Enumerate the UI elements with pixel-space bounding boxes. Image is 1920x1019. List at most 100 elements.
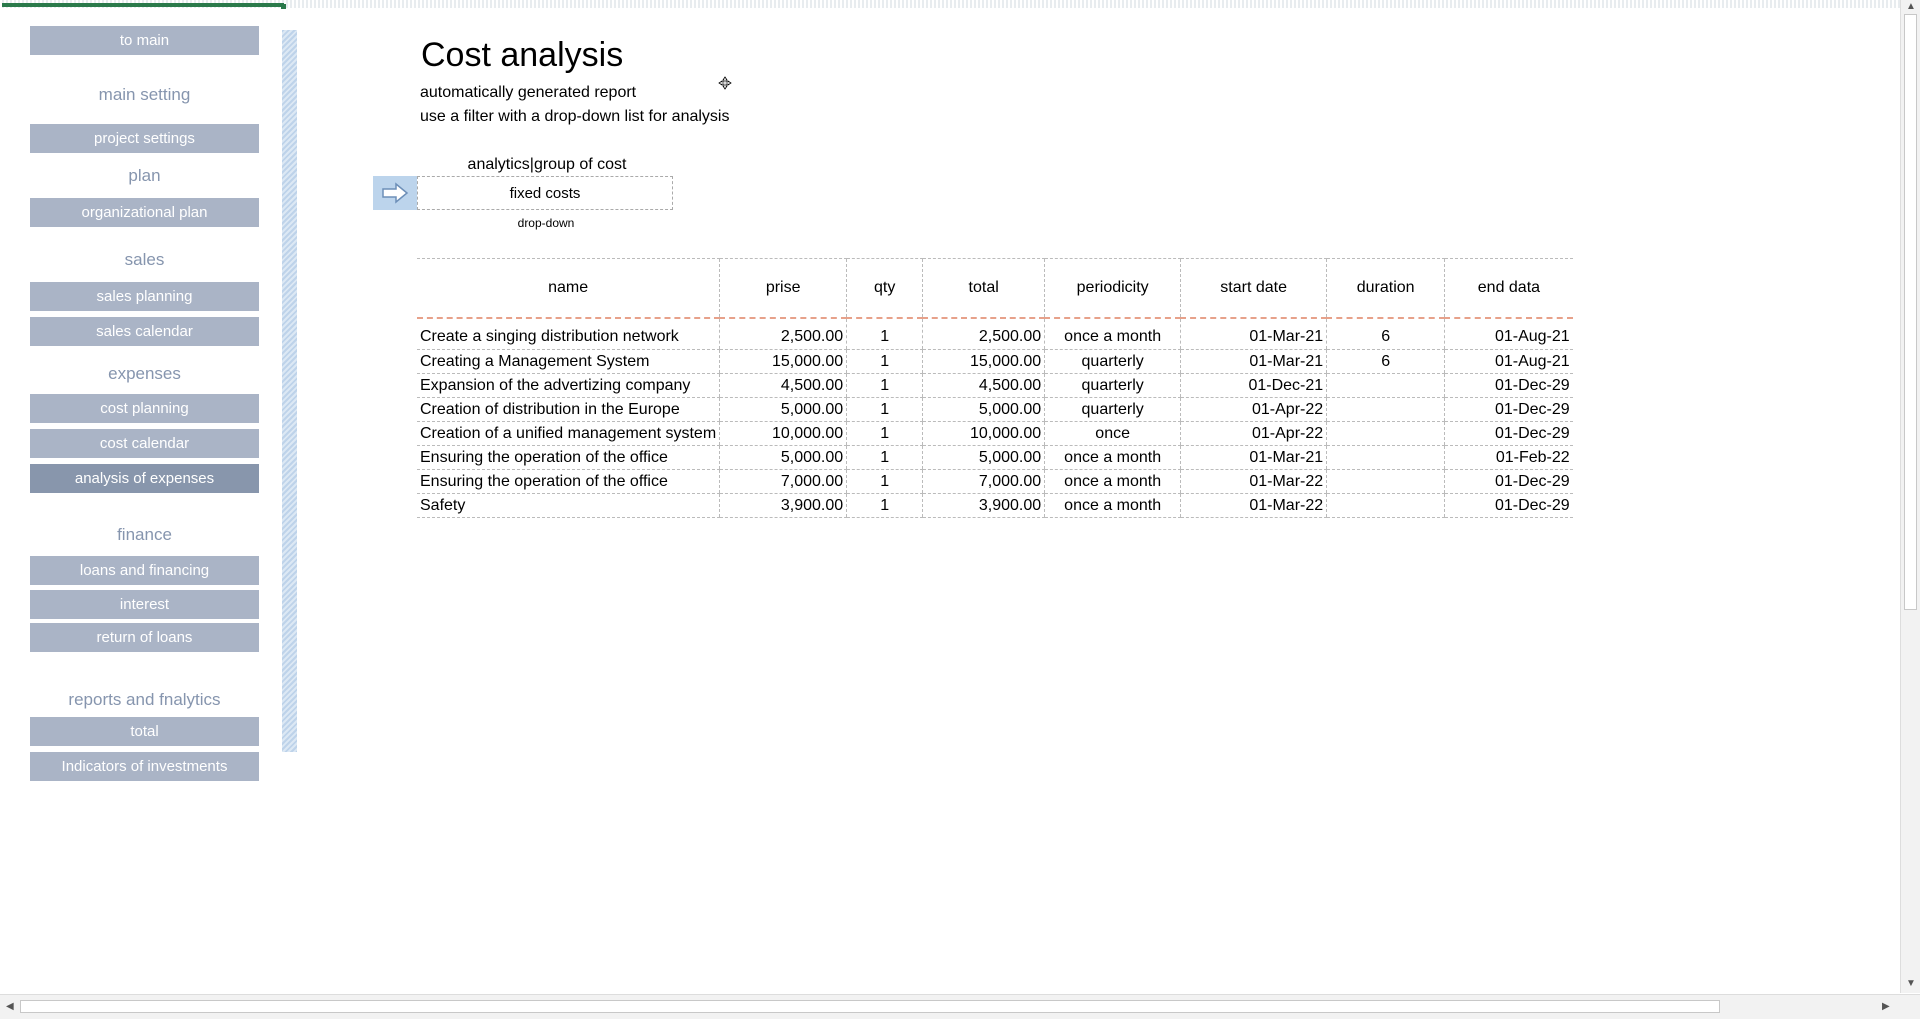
periodicity-cell[interactable]: quarterly [1044, 349, 1181, 374]
name-cell[interactable]: Ensuring the operation of the office [417, 469, 720, 494]
column-header: periodicity [1044, 258, 1181, 318]
start-date-cell[interactable]: 01-Mar-21 [1180, 445, 1327, 470]
start-date-cell[interactable]: 01-Mar-22 [1180, 493, 1327, 518]
sales-planning-button[interactable]: sales planning [30, 282, 259, 311]
table-row: Ensuring the operation of the office 7,00… [417, 469, 1573, 494]
name-cell[interactable]: Creating a Management System [417, 349, 720, 374]
selected-cell[interactable] [2, 3, 286, 9]
duration-cell[interactable] [1326, 469, 1445, 494]
vertical-scroll-thumb[interactable] [1904, 14, 1917, 610]
price-cell[interactable]: 5,000.00 [719, 445, 847, 470]
cost-table: name prise qty total periodicity start date du… [417, 258, 1573, 518]
total-cell[interactable]: 15,000.00 [922, 349, 1045, 374]
start-date-cell[interactable]: 01-Apr-22 [1180, 397, 1327, 422]
name-cell[interactable]: Safety [417, 493, 720, 518]
interest-button[interactable]: interest [30, 590, 259, 619]
price-cell[interactable]: 4,500.00 [719, 373, 847, 398]
periodicity-cell[interactable]: once a month [1044, 493, 1181, 518]
start-date-cell[interactable]: 01-Dec-21 [1180, 373, 1327, 398]
start-date-cell[interactable]: 01-Apr-22 [1180, 421, 1327, 446]
page-title: Cost analysis [421, 36, 624, 74]
horizontal-scrollbar[interactable]: ◀ ▶ [0, 994, 1920, 1019]
cost-group-dropdown[interactable]: fixed costs [417, 176, 673, 210]
qty-cell[interactable]: 1 [846, 469, 923, 494]
project-settings-button[interactable]: project settings [30, 124, 259, 153]
start-date-cell[interactable]: 01-Mar-22 [1180, 469, 1327, 494]
cost-calendar-button[interactable]: cost calendar [30, 429, 259, 458]
name-cell[interactable]: Creation of distribution in the Europe [417, 397, 720, 422]
qty-cell[interactable]: 1 [846, 349, 923, 374]
indicators-of-investments-button[interactable]: Indicators of investments [30, 752, 259, 781]
total-cell[interactable]: 4,500.00 [922, 373, 1045, 398]
name-cell[interactable]: Ensuring the operation of the office [417, 445, 720, 470]
duration-cell[interactable]: 6 [1326, 318, 1445, 350]
duration-cell[interactable]: 6 [1326, 349, 1445, 374]
price-cell[interactable]: 15,000.00 [719, 349, 847, 374]
sales-calendar-button[interactable]: sales calendar [30, 317, 259, 346]
end-date-cell[interactable]: 01-Aug-21 [1444, 349, 1573, 374]
end-date-cell[interactable]: 01-Feb-22 [1444, 445, 1573, 470]
analysis-of-expenses-button[interactable]: analysis of expenses [30, 464, 259, 493]
duration-cell[interactable] [1326, 397, 1445, 422]
name-cell[interactable]: Create a singing distribution network [417, 318, 720, 350]
price-cell[interactable]: 10,000.00 [719, 421, 847, 446]
start-date-cell[interactable]: 01-Mar-21 [1180, 318, 1327, 350]
column-header: prise [719, 258, 847, 318]
total-cell[interactable]: 7,000.00 [922, 469, 1045, 494]
qty-cell[interactable]: 1 [846, 445, 923, 470]
return-of-loans-button[interactable]: return of loans [30, 623, 259, 652]
scroll-up-icon[interactable]: ▲ [1906, 1, 1916, 12]
periodicity-cell[interactable]: once a month [1044, 469, 1181, 494]
table-row: Ensuring the operation of the office 5,00… [417, 445, 1573, 470]
column-header: end data [1444, 258, 1573, 318]
periodicity-cell[interactable]: once a month [1044, 318, 1181, 350]
end-date-cell[interactable]: 01-Dec-29 [1444, 373, 1573, 398]
duration-cell[interactable] [1326, 373, 1445, 398]
total-cell[interactable]: 10,000.00 [922, 421, 1045, 446]
qty-cell[interactable]: 1 [846, 421, 923, 446]
heading-plan: plan [128, 166, 161, 185]
total-cell[interactable]: 3,900.00 [922, 493, 1045, 518]
periodicity-cell[interactable]: quarterly [1044, 373, 1181, 398]
horizontal-scroll-thumb[interactable] [20, 1000, 1720, 1013]
end-date-cell[interactable]: 01-Dec-29 [1444, 397, 1573, 422]
name-cell[interactable]: Creation of a unified management system [417, 421, 720, 446]
periodicity-cell[interactable]: quarterly [1044, 397, 1181, 422]
qty-cell[interactable]: 1 [846, 318, 923, 350]
qty-cell[interactable]: 1 [846, 373, 923, 398]
periodicity-cell[interactable]: once [1044, 421, 1181, 446]
scroll-right-icon[interactable]: ▶ [1882, 1001, 1890, 1012]
total-cell[interactable]: 5,000.00 [922, 397, 1045, 422]
end-date-cell[interactable]: 01-Dec-29 [1444, 493, 1573, 518]
cost-planning-button[interactable]: cost planning [30, 394, 259, 423]
scroll-left-icon[interactable]: ◀ [6, 1001, 14, 1012]
price-cell[interactable]: 2,500.00 [719, 318, 847, 350]
price-cell[interactable]: 3,900.00 [719, 493, 847, 518]
vertical-scrollbar[interactable]: ▲ ▼ [1900, 0, 1920, 993]
column-header: qty [846, 258, 923, 318]
name-cell[interactable]: Expansion of the advertizing company [417, 373, 720, 398]
start-date-cell[interactable]: 01-Mar-21 [1180, 349, 1327, 374]
scroll-down-icon[interactable]: ▼ [1906, 978, 1916, 989]
duration-cell[interactable] [1326, 445, 1445, 470]
qty-cell[interactable]: 1 [846, 493, 923, 518]
end-date-cell[interactable]: 01-Dec-29 [1444, 469, 1573, 494]
end-date-cell[interactable]: 01-Aug-21 [1444, 318, 1573, 350]
arrow-right-icon [373, 176, 417, 210]
end-date-cell[interactable]: 01-Dec-29 [1444, 421, 1573, 446]
table-row: Creation of distribution in the Europe 5,… [417, 397, 1573, 422]
periodicity-cell[interactable]: once a month [1044, 445, 1181, 470]
total-cell[interactable]: 2,500.00 [922, 318, 1045, 350]
duration-cell[interactable] [1326, 421, 1445, 446]
to-main-button[interactable]: to main [30, 26, 259, 55]
total-cell[interactable]: 5,000.00 [922, 445, 1045, 470]
duration-cell[interactable] [1326, 493, 1445, 518]
table-row: Create a singing distribution network 2,5… [417, 318, 1573, 350]
organizational-plan-button[interactable]: organizational plan [30, 198, 259, 227]
loans-and-financing-button[interactable]: loans and financing [30, 556, 259, 585]
qty-cell[interactable]: 1 [846, 397, 923, 422]
table-header-row: name prise qty total periodicity start date du… [417, 258, 1573, 318]
total-button[interactable]: total [30, 717, 259, 746]
price-cell[interactable]: 7,000.00 [719, 469, 847, 494]
price-cell[interactable]: 5,000.00 [719, 397, 847, 422]
